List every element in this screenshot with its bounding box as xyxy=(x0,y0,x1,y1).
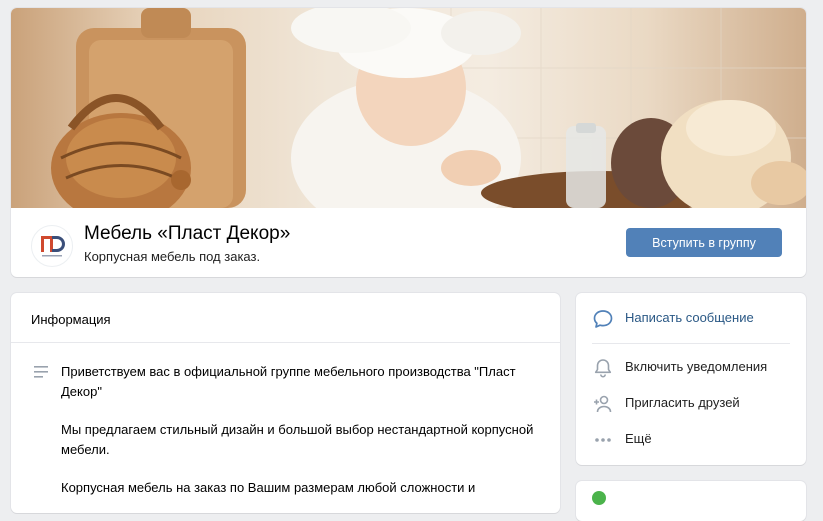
add-user-icon xyxy=(594,395,612,413)
cover-image xyxy=(11,8,806,208)
send-message-action[interactable]: Написать сообщение xyxy=(576,300,806,336)
enable-notifications-action[interactable]: Включить уведомления xyxy=(576,349,806,385)
message-icon xyxy=(593,310,613,328)
info-title: Информация xyxy=(31,312,111,327)
action-label: Пригласить друзей xyxy=(625,395,740,410)
info-panel: Информация Приветствуем вас в официально… xyxy=(11,293,560,513)
invite-friends-action[interactable]: Пригласить друзей xyxy=(576,385,806,421)
more-action[interactable]: Ещё xyxy=(576,421,806,457)
online-indicator-icon xyxy=(592,491,606,505)
action-label: Включить уведомления xyxy=(625,359,768,374)
action-label: Написать сообщение xyxy=(625,310,754,325)
divider xyxy=(11,342,560,343)
actions-panel: Написать сообщение Включить уведомления … xyxy=(576,293,806,465)
join-group-button[interactable]: Вступить в группу xyxy=(626,228,782,257)
description-paragraph: Приветствуем вас в официальной группе ме… xyxy=(61,364,516,399)
group-status: Корпусная мебель под заказ. xyxy=(84,249,261,264)
group-header: Мебель «Пласт Декор» Корпусная мебель по… xyxy=(11,8,806,277)
logo-icon xyxy=(41,236,65,257)
group-avatar[interactable] xyxy=(31,225,73,267)
group-info-row: Мебель «Пласт Декор» Корпусная мебель по… xyxy=(11,208,806,277)
description-paragraph: Мы предлагаем стильный дизайн и большой … xyxy=(61,422,534,457)
cover-illustration xyxy=(51,8,806,208)
description-icon xyxy=(33,365,49,384)
action-label: Ещё xyxy=(625,431,652,446)
description-paragraph: Корпусная мебель на заказ по Вашим разме… xyxy=(61,480,476,495)
divider xyxy=(592,343,790,344)
bell-icon xyxy=(594,359,612,378)
members-panel xyxy=(576,481,806,521)
group-description: Приветствуем вас в официальной группе ме… xyxy=(61,362,541,513)
more-icon xyxy=(595,438,611,442)
group-name: Мебель «Пласт Декор» xyxy=(84,223,291,244)
